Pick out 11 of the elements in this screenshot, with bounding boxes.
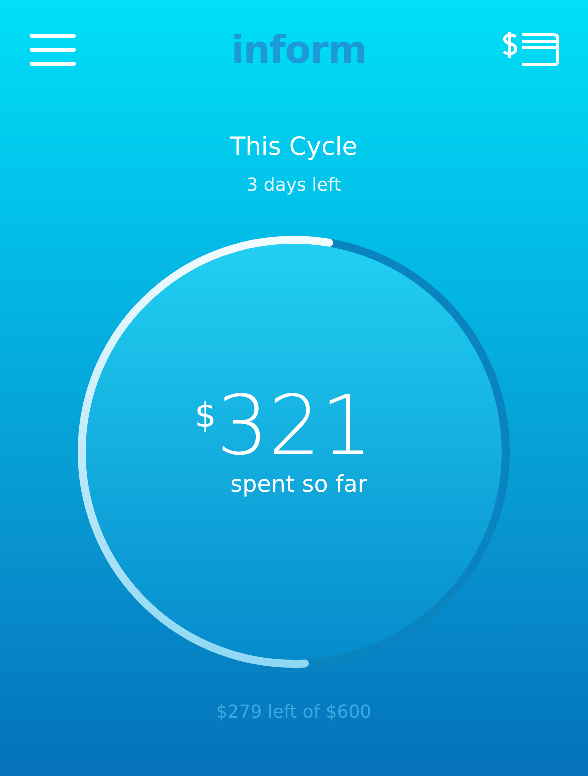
dollar-card-icon <box>502 31 560 69</box>
cycle-title: This Cycle <box>230 132 358 161</box>
menu-button[interactable] <box>30 33 76 67</box>
currency-symbol: $ <box>194 396 217 436</box>
spent-caption: spent so far <box>230 472 368 498</box>
remaining-budget: $279 left of $600 <box>216 702 372 723</box>
card-button[interactable] <box>502 31 560 69</box>
app-logo: inform <box>231 28 367 72</box>
menu-icon <box>30 33 76 67</box>
days-left: 3 days left <box>246 175 342 196</box>
spent-amount: 321 <box>216 386 374 468</box>
